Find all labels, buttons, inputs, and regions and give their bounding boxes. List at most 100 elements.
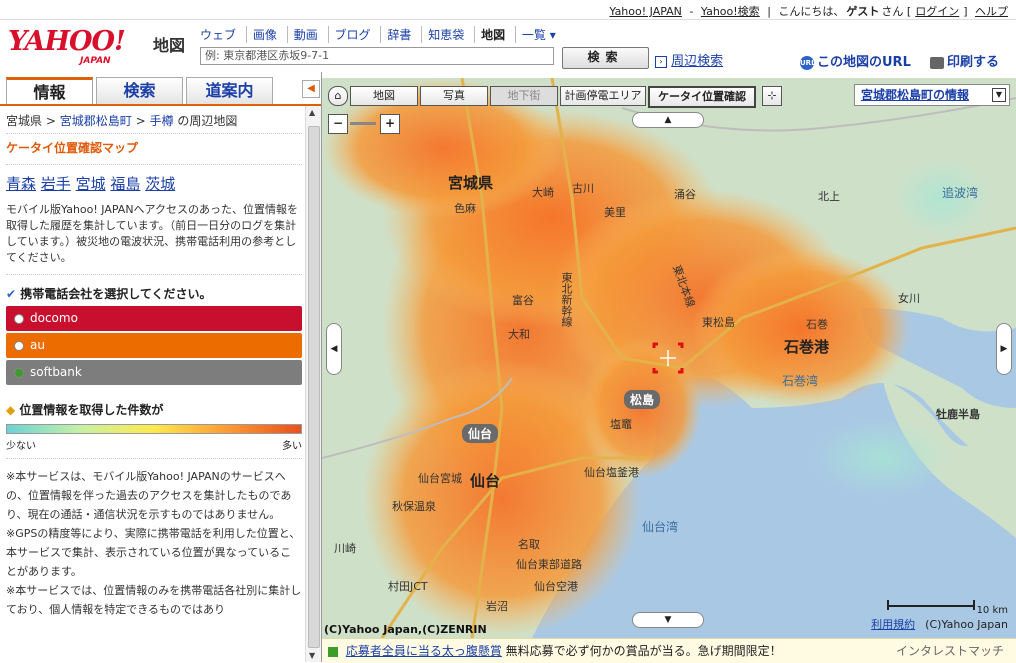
ad-title-link[interactable]: 応募者全員に当る太っ腹懸賞 [346, 644, 502, 658]
map-search-input[interactable]: 例: 東京都港区赤坂9-7-1 [200, 47, 554, 65]
dropdown-arrow-icon: ▼ [992, 88, 1006, 102]
nav-map[interactable]: 地図 [474, 26, 511, 43]
login-link[interactable]: ログイン [915, 5, 959, 18]
play-icon [328, 646, 338, 657]
map-canvas[interactable]: ⌂ 地図 写真 地下街 計画停電エリア ケータイ位置確認 ⊹ − + 宮城郡松島… [322, 78, 1016, 638]
map-url-link[interactable]: URLこの地図のURL [800, 51, 911, 70]
logo-wordmark: YAHOO! [8, 26, 126, 57]
tab-directions[interactable]: 道案内 [186, 77, 273, 104]
map-label: 古川 [572, 182, 594, 195]
zoom-slider[interactable] [350, 122, 376, 125]
nav-chiebukuro[interactable]: 知恵袋 [421, 26, 470, 43]
carrier-heading: ✔ 携帯電話会社を選択してください。 [6, 275, 302, 306]
pref-link-ibaraki[interactable]: 茨城 [145, 175, 175, 193]
legend-high-label: 多い [282, 441, 302, 452]
ad-brand: インタレストマッチ [895, 644, 1004, 658]
print-label: 印刷する [947, 55, 1000, 70]
nearby-search-label: 周辺検索 [671, 54, 724, 69]
panel-tabs: 情報 検索 道案内 [6, 77, 296, 105]
map-label: 大崎 [532, 186, 554, 199]
map-graphics [322, 78, 1016, 638]
underground-mode-button[interactable]: 地下街 [490, 86, 558, 106]
panel-content: 宮城県 > 宮城郡松島町 > 手樽 の周辺地図 ケータイ位置確認マップ 青森 岩… [6, 110, 302, 619]
nearby-search-link[interactable]: › 周辺検索 [655, 50, 723, 69]
nav-video[interactable]: 動画 [286, 26, 324, 43]
tab-info[interactable]: 情報 [6, 77, 93, 105]
pan-up-arrow-icon[interactable]: ▲ [632, 112, 704, 128]
pref-link-fukushima[interactable]: 福島 [110, 175, 140, 193]
note-item: ※GPSの精度等により、実際に携帯電話を利用した位置と、本サービスで集計、表示さ… [6, 527, 301, 578]
prefecture-links: 青森 岩手 宮城 福島 茨城 [6, 165, 302, 198]
carrier-docomo-button[interactable]: docomo [6, 306, 302, 331]
map-label: 涌谷 [674, 188, 696, 201]
map-label: 塩竈 [610, 418, 632, 431]
map-mode-button[interactable]: 地図 [350, 86, 418, 106]
zoom-out-button[interactable]: − [328, 114, 348, 134]
map-label: 仙台湾 [642, 520, 679, 534]
collapse-panel-icon[interactable]: ◀ [302, 80, 320, 98]
carrier-softbank-button[interactable]: softbank [6, 360, 302, 385]
printer-icon [930, 56, 944, 69]
map-label: 石巻港 [784, 338, 830, 356]
scroll-down-icon[interactable]: ▼ [309, 651, 315, 660]
pref-link-aomori[interactable]: 青森 [6, 175, 36, 193]
crosshair-toggle-icon[interactable]: ⊹ [762, 86, 782, 106]
check-icon: ✔ [6, 287, 17, 301]
divider: | [767, 5, 771, 18]
map-url-label: この地図のURL [817, 55, 911, 70]
nav-images[interactable]: 画像 [245, 26, 283, 43]
zoom-in-button[interactable]: + [380, 114, 400, 134]
pref-link-iwate[interactable]: 岩手 [41, 175, 71, 193]
ad-body: 無料応募で必ず何かの賞品が当る。急げ期間限定！ [505, 644, 782, 658]
map-footer: 利用規約 (C)Yahoo Japan [871, 616, 1008, 632]
carrier-label: docomo [30, 311, 78, 325]
map-label: 富谷 [512, 294, 534, 307]
map-label: 岩沼 [486, 600, 508, 613]
nav-list-dropdown[interactable]: 一覧 ▾ [514, 26, 562, 43]
yahoo-japan-logo[interactable]: YAHOO! JAPAN [8, 26, 148, 66]
pan-right-arrow-icon[interactable]: ▶ [996, 323, 1012, 375]
map-label: 牡鹿半島 [936, 408, 980, 421]
area-info-dropdown[interactable]: 宮城郡松島町の情報 ▼ [854, 84, 1010, 106]
place-pill[interactable]: 松島 [624, 390, 661, 409]
print-link[interactable]: 印刷する [930, 51, 999, 70]
photo-mode-button[interactable]: 写真 [420, 86, 488, 106]
nav-dictionary[interactable]: 辞書 [380, 26, 417, 43]
map-label: 女川 [898, 292, 920, 305]
home-icon[interactable]: ⌂ [328, 86, 348, 106]
breadcrumb-town[interactable]: 宮城郡松島町 [60, 114, 132, 128]
panel-scrollbar[interactable]: ▲ ▼ [305, 106, 321, 662]
scroll-thumb[interactable] [308, 126, 320, 648]
carrier-au-button[interactable]: au [6, 333, 302, 358]
area-info-link[interactable]: 宮城郡松島町の情報 [861, 88, 969, 102]
map-label: 仙台宮城 [418, 472, 462, 485]
map-label: 川崎 [334, 542, 356, 555]
map-label: 美里 [604, 206, 626, 219]
search-button[interactable]: 検索 [562, 47, 649, 69]
mobile-location-button[interactable]: ケータイ位置確認 [648, 86, 756, 108]
separator: - [689, 5, 694, 18]
help-link[interactable]: ヘルプ [975, 5, 1008, 18]
tab-search[interactable]: 検索 [96, 77, 183, 104]
legend-gradient-bar [6, 424, 302, 434]
map-copyright: (C)Yahoo Japan,(C)ZENRIN [324, 623, 487, 636]
scroll-up-icon[interactable]: ▲ [309, 108, 315, 117]
map-label: 東松島 [702, 316, 735, 329]
pan-left-arrow-icon[interactable]: ◀ [326, 323, 342, 375]
terms-link[interactable]: 利用規約 [871, 618, 915, 631]
heat-blob-low [812, 418, 952, 498]
tab-underline [0, 104, 321, 106]
yahoo-search-link[interactable]: Yahoo!検索 [701, 5, 760, 18]
ad-bar: 応募者全員に当る太っ腹懸賞 無料応募で必ず何かの賞品が当る。急げ期間限定！ イン… [322, 638, 1016, 663]
signal-icon: ◆ [6, 403, 16, 417]
note-item: ※本サービスは、モバイル版Yahoo! JAPANのサービスへの、位置情報を伴っ… [6, 470, 292, 521]
pan-down-arrow-icon[interactable]: ▼ [632, 612, 704, 628]
yahoo-japan-link[interactable]: Yahoo! JAPAN [609, 5, 682, 18]
place-pill[interactable]: 仙台 [462, 424, 499, 443]
breadcrumb-area[interactable]: 手樽 [149, 114, 173, 128]
map-label: 大和 [508, 328, 530, 341]
nav-blog[interactable]: ブログ [327, 26, 377, 43]
blackout-area-button[interactable]: 計画停電エリア [560, 86, 646, 106]
nav-web[interactable]: ウェブ [200, 26, 242, 43]
pref-link-miyagi[interactable]: 宮城 [76, 175, 106, 193]
